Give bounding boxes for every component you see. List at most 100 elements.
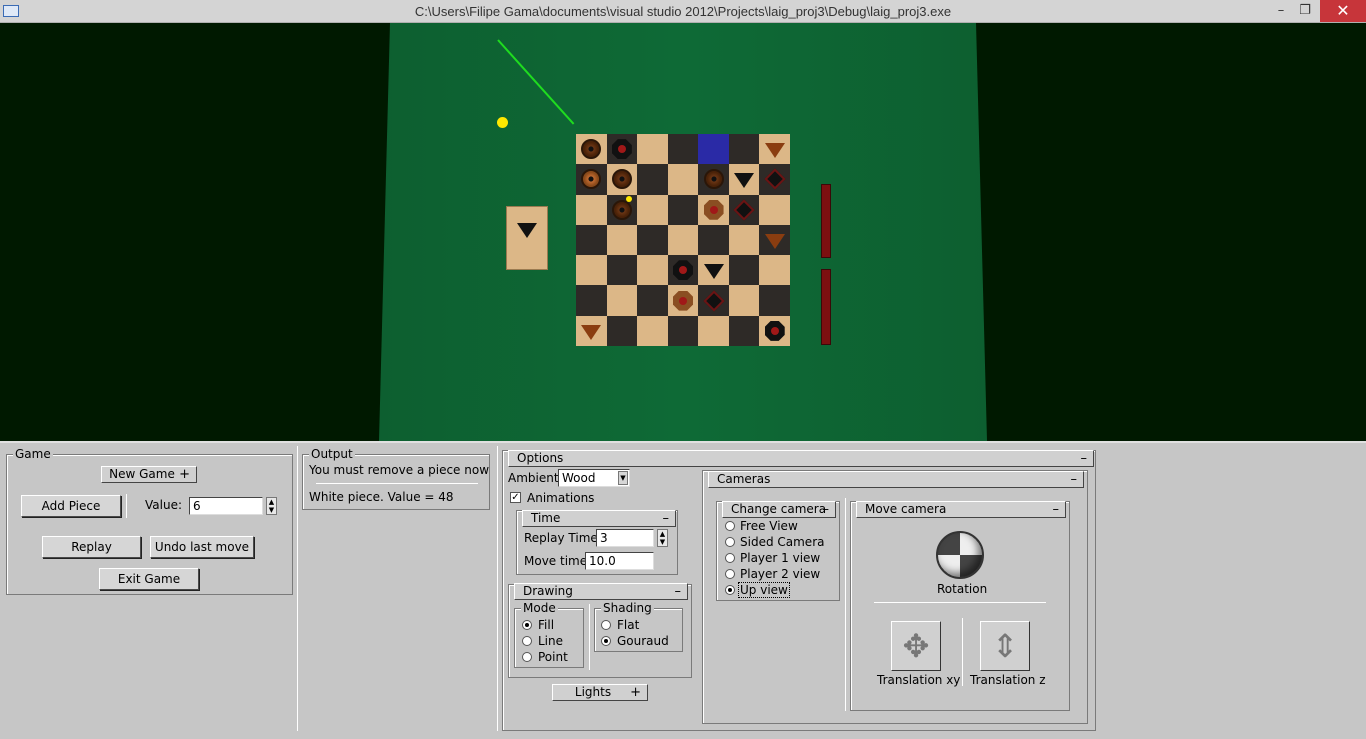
camera-player1-radio[interactable]: [725, 553, 735, 563]
new-game-button[interactable]: New Game +: [101, 466, 197, 483]
camera-sided-radio[interactable]: [725, 537, 735, 547]
rotation-control[interactable]: [936, 531, 984, 579]
add-piece-button[interactable]: Add Piece: [21, 495, 121, 517]
board-square[interactable]: [667, 315, 699, 346]
board-square[interactable]: [728, 134, 760, 165]
lights-button[interactable]: Lights +: [552, 684, 648, 701]
board-square[interactable]: [698, 164, 729, 195]
board-square[interactable]: [667, 255, 699, 286]
board-square[interactable]: [606, 194, 638, 225]
translation-z-control[interactable]: ⇕: [980, 621, 1030, 671]
close-button[interactable]: ✕: [1320, 0, 1366, 22]
board-square[interactable]: [759, 134, 790, 165]
board-square[interactable]: [606, 164, 638, 195]
replay-time-spinner[interactable]: ▲ ▼: [657, 529, 668, 547]
board-square[interactable]: [637, 315, 668, 346]
triangle-piece-brown[interactable]: [581, 324, 602, 340]
camera-free-radio[interactable]: [725, 521, 735, 531]
board-square[interactable]: [728, 255, 760, 286]
board-square[interactable]: [576, 134, 607, 165]
board-square[interactable]: [698, 224, 729, 256]
board-square[interactable]: [728, 164, 760, 195]
mode-line-radio[interactable]: [522, 636, 532, 646]
board-square[interactable]: [637, 164, 668, 195]
mode-point-radio[interactable]: [522, 652, 532, 662]
undo-button[interactable]: Undo last move: [150, 536, 254, 558]
triangle-piece-black[interactable]: [703, 264, 724, 280]
board-square[interactable]: [606, 134, 638, 165]
drawing-rollout[interactable]: Drawing –: [514, 583, 688, 600]
board-square[interactable]: [667, 134, 699, 165]
octagon-piece-black[interactable]: [611, 139, 632, 160]
round-piece-dark[interactable]: [611, 199, 632, 220]
shading-gouraud-radio[interactable]: [601, 636, 611, 646]
ambient-select[interactable]: Wood ▼: [558, 469, 630, 487]
board-square[interactable]: [637, 224, 668, 256]
board-square[interactable]: [728, 285, 760, 316]
board-square[interactable]: [759, 255, 790, 286]
shading-flat-radio[interactable]: [601, 620, 611, 630]
options-rollout[interactable]: Options –: [508, 450, 1094, 467]
move-time-input[interactable]: 10.0: [585, 552, 654, 570]
camera-player2-radio[interactable]: [725, 569, 735, 579]
animations-checkbox[interactable]: ✓: [510, 492, 521, 503]
octagon-piece-black[interactable]: [672, 260, 693, 281]
round-piece-dark[interactable]: [703, 169, 724, 190]
diamond-piece-black[interactable]: [702, 289, 725, 312]
board-square[interactable]: [576, 315, 607, 346]
replay-time-input[interactable]: 3: [596, 529, 654, 547]
game-viewport[interactable]: [0, 23, 1366, 441]
board-square[interactable]: [606, 315, 638, 346]
replay-button[interactable]: Replay: [42, 536, 141, 558]
exit-game-button[interactable]: Exit Game: [99, 568, 199, 590]
round-piece-dark[interactable]: [581, 139, 602, 160]
translation-xy-control[interactable]: ✥: [891, 621, 941, 671]
board-square[interactable]: [637, 285, 668, 316]
board-square[interactable]: [637, 194, 668, 225]
board-square[interactable]: [759, 224, 790, 256]
time-rollout[interactable]: Time –: [522, 510, 676, 527]
triangle-piece-brown[interactable]: [764, 233, 785, 249]
board-square[interactable]: [667, 194, 699, 225]
restore-button[interactable]: ❐: [1292, 0, 1318, 22]
board-square[interactable]: [728, 224, 760, 256]
board-square[interactable]: [698, 315, 729, 346]
minimize-button[interactable]: –: [1268, 0, 1294, 22]
round-piece-light[interactable]: [581, 169, 602, 190]
board-square[interactable]: [606, 224, 638, 256]
board-square[interactable]: [698, 255, 729, 286]
value-spinner[interactable]: ▲ ▼: [266, 497, 277, 515]
board-square[interactable]: [667, 224, 699, 256]
camera-up-radio[interactable]: [725, 585, 735, 595]
board-square[interactable]: [698, 194, 729, 225]
board-square[interactable]: [698, 134, 729, 165]
board-square[interactable]: [576, 224, 607, 256]
board-square[interactable]: [576, 164, 607, 195]
value-input[interactable]: 6: [189, 497, 263, 515]
board-square[interactable]: [759, 164, 790, 195]
diamond-piece-black[interactable]: [733, 199, 755, 221]
board-square[interactable]: [606, 285, 638, 316]
board-square[interactable]: [759, 194, 790, 225]
spare-piece[interactable]: [506, 206, 548, 270]
board-square[interactable]: [759, 315, 790, 346]
board-square[interactable]: [667, 164, 699, 195]
board-square[interactable]: [728, 194, 760, 225]
board-square[interactable]: [576, 194, 607, 225]
round-piece-dark[interactable]: [611, 169, 632, 190]
cameras-rollout[interactable]: Cameras –: [708, 471, 1084, 488]
board-square[interactable]: [728, 315, 760, 346]
board-square[interactable]: [667, 285, 699, 316]
octagon-piece-black[interactable]: [764, 320, 785, 341]
triangle-piece-brown[interactable]: [764, 143, 785, 159]
diamond-piece-black[interactable]: [764, 168, 786, 191]
octagon-piece-brown[interactable]: [703, 199, 724, 220]
game-board[interactable]: [576, 134, 790, 346]
octagon-piece-brown[interactable]: [672, 290, 693, 311]
board-square[interactable]: [637, 255, 668, 286]
board-square[interactable]: [576, 285, 607, 316]
move-camera-rollout[interactable]: Move camera –: [856, 501, 1066, 518]
board-square[interactable]: [759, 285, 790, 316]
board-square[interactable]: [576, 255, 607, 286]
board-square[interactable]: [637, 134, 668, 165]
